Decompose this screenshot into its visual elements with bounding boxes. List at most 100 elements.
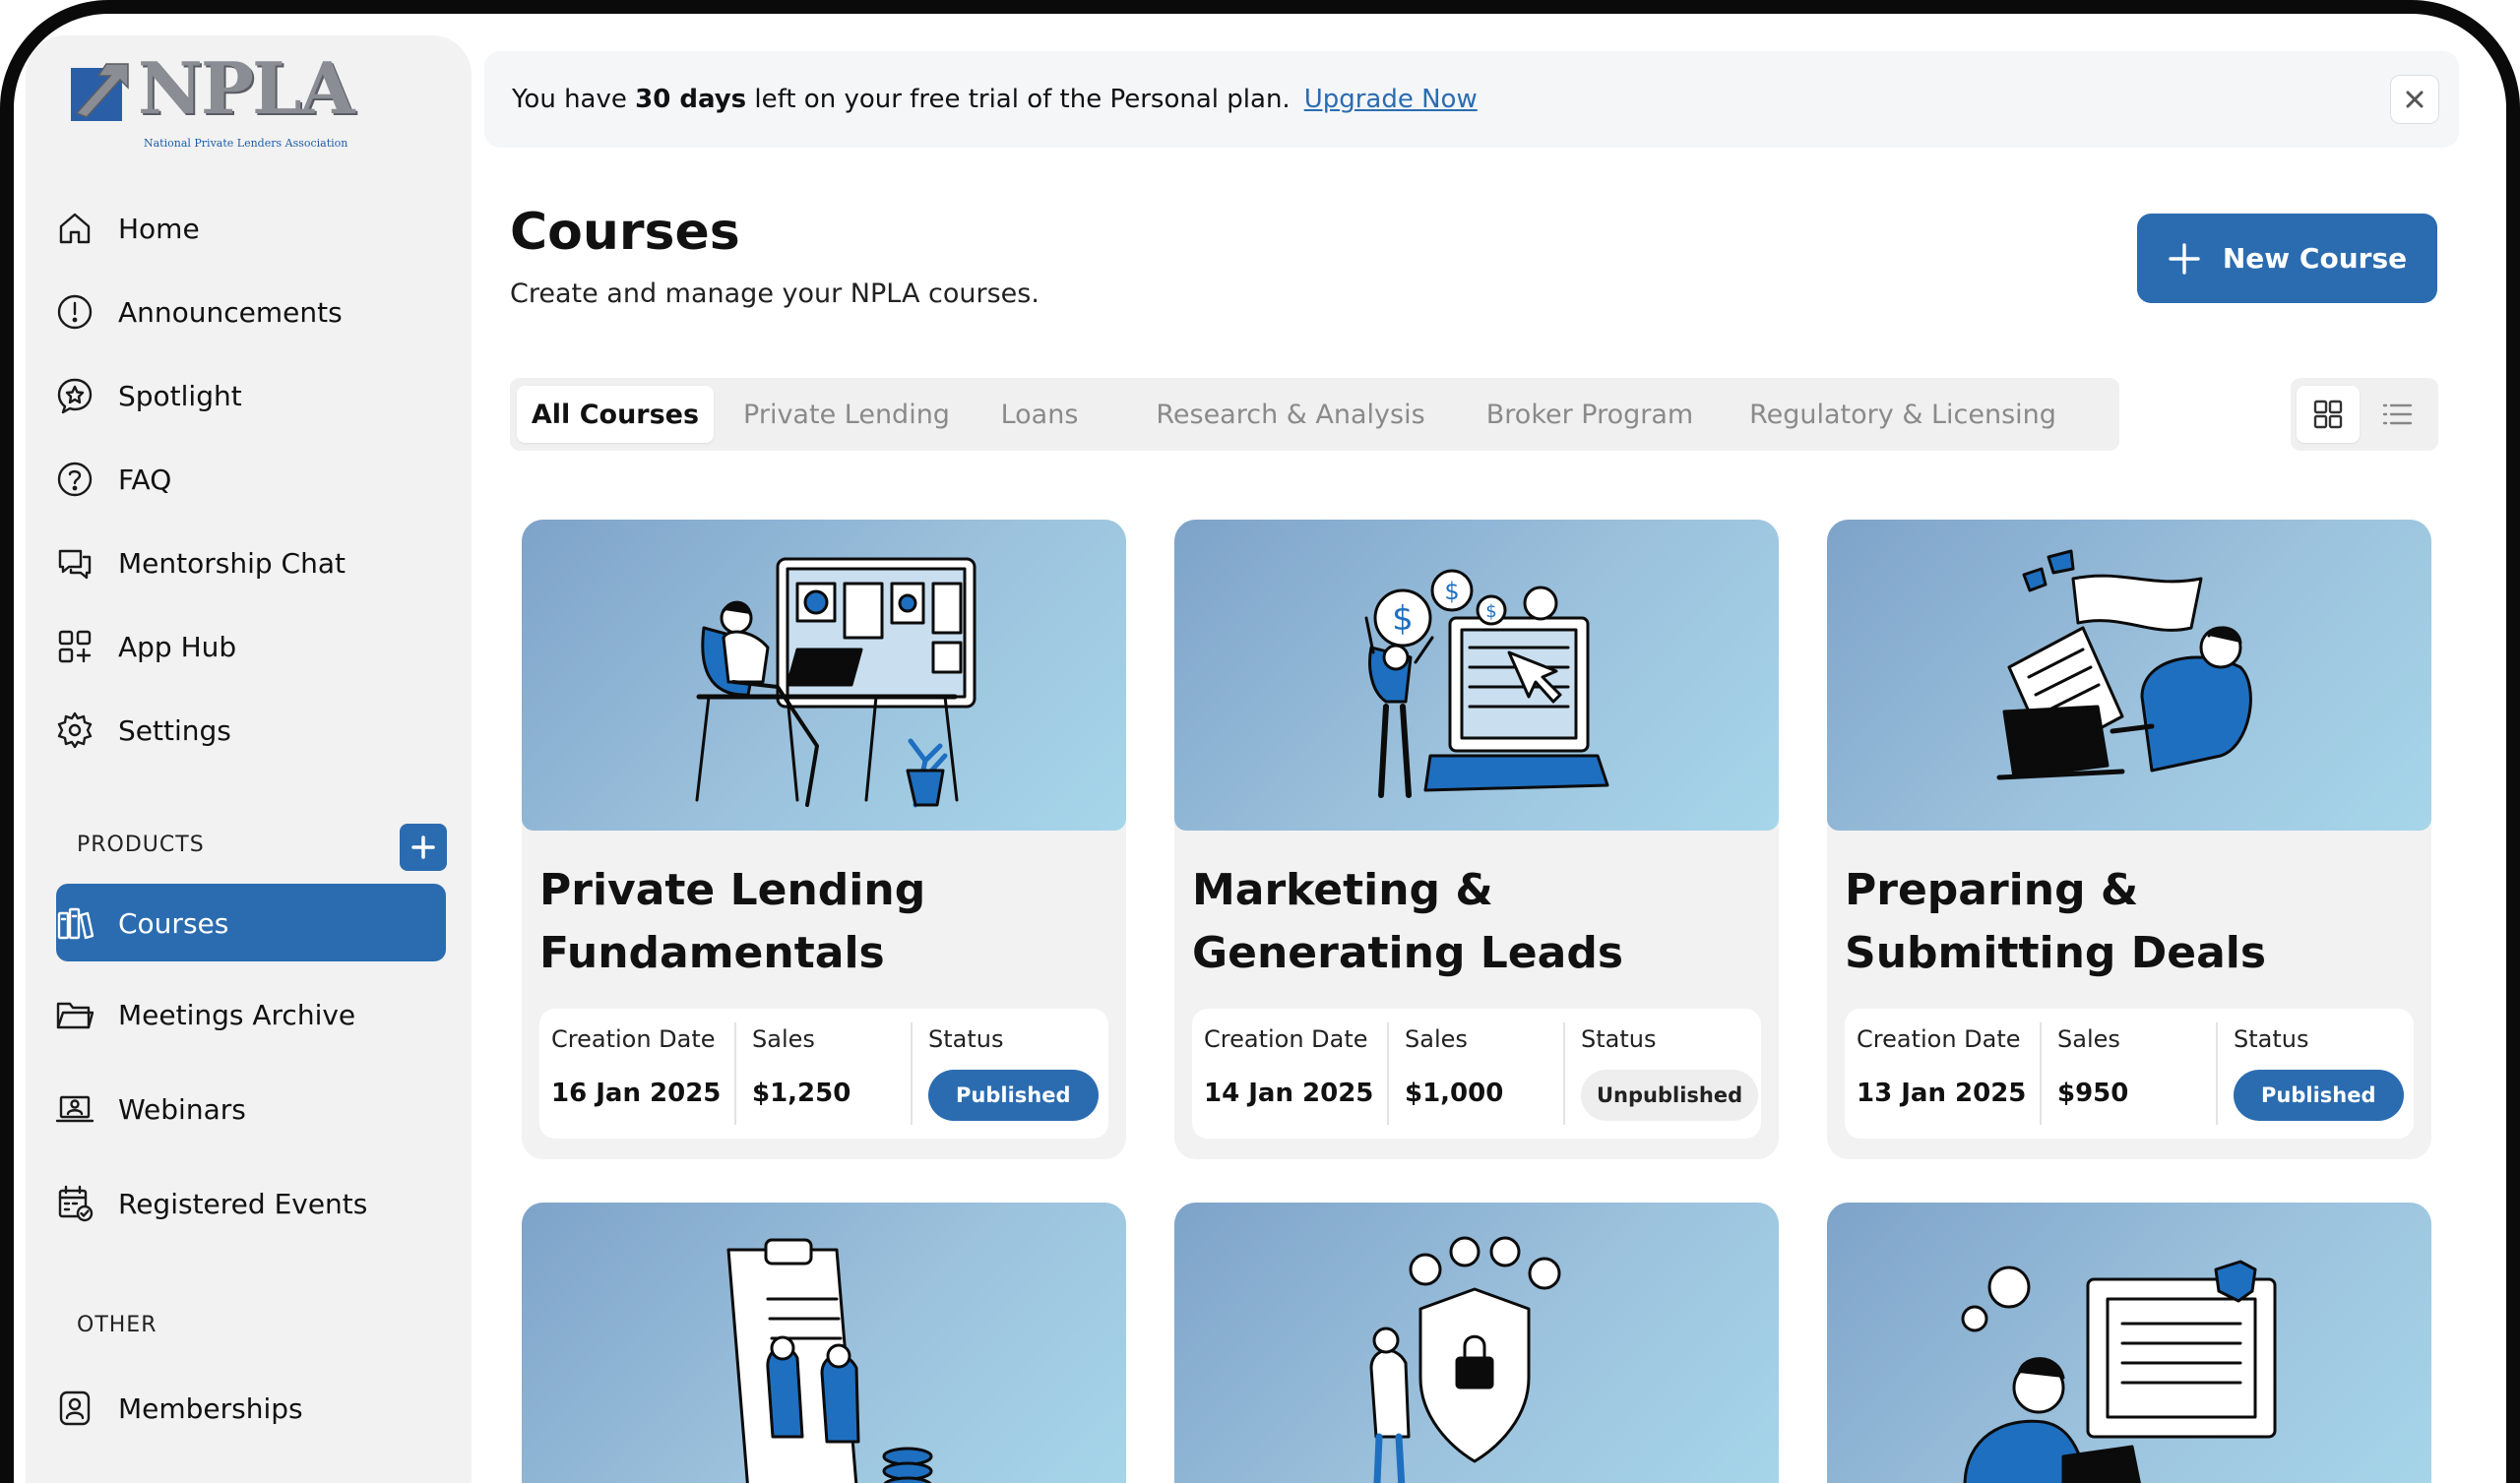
question-circle-icon (53, 458, 96, 501)
status-badge: Published (2234, 1070, 2404, 1121)
sidebar-item-label: Meetings Archive (118, 998, 356, 1031)
course-card[interactable] (1174, 1203, 1779, 1483)
sidebar-item-label: Home (118, 212, 200, 245)
stat-divider (2216, 1022, 2218, 1125)
sidebar-item-label: Spotlight (118, 379, 242, 412)
sidebar-item-spotlight[interactable]: Spotlight (53, 366, 447, 425)
app-grid-icon (53, 625, 96, 668)
stat-label: Status (928, 1025, 1004, 1053)
svg-text:$: $ (1444, 578, 1459, 605)
tab-regulatory-licensing[interactable]: Regulatory & Licensing (1740, 386, 2065, 443)
sidebar-item-label: App Hub (118, 630, 237, 663)
creation-date-value: 16 Jan 2025 (551, 1079, 722, 1108)
stat-label: Creation Date (551, 1025, 716, 1053)
sidebar-item-registered-events[interactable]: Registered Events (53, 1174, 447, 1233)
laptop-user-icon (53, 1087, 96, 1131)
sales-value: $950 (2057, 1079, 2129, 1108)
close-banner-button[interactable] (2390, 75, 2439, 124)
stat-label: Status (2234, 1025, 2309, 1053)
sidebar-item-mentorship-chat[interactable]: Mentorship Chat (53, 533, 447, 592)
stat-divider (1387, 1022, 1389, 1125)
course-card[interactable]: Preparing & Submitting Deals Creation Da… (1827, 520, 2431, 1159)
course-title: Preparing & Submitting Deals (1845, 865, 2267, 978)
sidebar-item-label: Announcements (118, 295, 343, 329)
close-icon (2406, 91, 2424, 108)
folder-icon (53, 993, 96, 1036)
category-tabs: All Courses Private Lending Loans Resear… (510, 378, 2119, 451)
tab-broker-program[interactable]: Broker Program (1455, 386, 1725, 443)
trial-message: You have 30 days left on your free trial… (512, 85, 1291, 114)
tab-private-lending[interactable]: Private Lending (728, 386, 965, 443)
logo-wordmark: NPLA (138, 46, 354, 130)
trial-prefix: You have (512, 85, 627, 114)
sidebar-item-label: Memberships (118, 1391, 303, 1425)
stat-label: Sales (2057, 1025, 2120, 1053)
star-chat-icon (53, 374, 96, 417)
course-title: Private Lending Fundamentals (539, 865, 926, 978)
sidebar-item-label: FAQ (118, 463, 172, 496)
course-stats: Creation Date 14 Jan 2025 Sales $1,000 S… (1192, 1009, 1761, 1139)
sales-value: $1,250 (752, 1079, 851, 1108)
grid-icon (2313, 400, 2343, 429)
new-course-label: New Course (2222, 242, 2408, 275)
logo-subtitle: National Private Lenders Association (144, 137, 348, 150)
svg-text:$: $ (1392, 599, 1414, 639)
course-illustration (1827, 1203, 2431, 1483)
sidebar-item-courses[interactable]: Courses (53, 894, 447, 953)
creation-date-value: 14 Jan 2025 (1204, 1079, 1374, 1108)
course-stats: Creation Date 16 Jan 2025 Sales $1,250 S… (539, 1009, 1108, 1139)
sidebar-item-webinars[interactable]: Webinars (53, 1080, 447, 1139)
sales-value: $1,000 (1405, 1079, 1504, 1108)
stat-label: Sales (752, 1025, 815, 1053)
sidebar-item-home[interactable]: Home (53, 199, 447, 258)
course-illustration (1174, 1203, 1779, 1483)
stat-divider (1563, 1022, 1565, 1125)
tab-loans[interactable]: Loans (980, 386, 1099, 443)
course-card[interactable] (522, 1203, 1126, 1483)
products-section-label: PRODUCTS (77, 833, 205, 857)
course-card[interactable]: $ $ $ Marketing & Generating Leads Creat… (1174, 520, 1779, 1159)
calendar-check-icon (53, 1182, 96, 1225)
course-stats: Creation Date 13 Jan 2025 Sales $950 Sta… (1845, 1009, 2414, 1139)
course-illustration (1827, 520, 2431, 831)
list-view-button[interactable] (2365, 386, 2428, 443)
course-card[interactable]: Private Lending Fundamentals Creation Da… (522, 520, 1126, 1159)
sidebar-item-meetings-archive[interactable]: Meetings Archive (53, 985, 447, 1044)
stat-label: Creation Date (1857, 1025, 2021, 1053)
sidebar-item-label: Registered Events (118, 1187, 368, 1220)
sidebar-item-announcements[interactable]: Announcements (53, 282, 447, 341)
stat-label: Creation Date (1204, 1025, 1368, 1053)
sidebar-item-label: Courses (118, 906, 229, 940)
sidebar-item-faq[interactable]: FAQ (53, 450, 447, 509)
stat-label: Sales (1405, 1025, 1468, 1053)
new-course-button[interactable]: New Course (2137, 214, 2437, 303)
trial-banner: You have 30 days left on your free trial… (484, 51, 2459, 148)
other-section-label: OTHER (77, 1313, 158, 1337)
member-card-icon (53, 1387, 96, 1430)
sidebar-item-label: Settings (118, 713, 231, 747)
chat-bubbles-icon (53, 541, 96, 585)
sidebar-item-memberships[interactable]: Memberships (53, 1379, 447, 1438)
trial-suffix: left on your free trial of the Personal … (754, 85, 1291, 114)
tab-all-courses[interactable]: All Courses (517, 386, 714, 443)
view-mode-toggle (2291, 378, 2438, 451)
course-illustration: $ $ $ (1174, 520, 1779, 831)
tab-research-analysis[interactable]: Research & Analysis (1148, 386, 1433, 443)
sidebar-item-label: Webinars (118, 1092, 246, 1126)
grid-view-button[interactable] (2297, 386, 2360, 443)
list-icon (2382, 403, 2413, 425)
stat-divider (911, 1022, 913, 1125)
upgrade-now-link[interactable]: Upgrade Now (1304, 85, 1478, 114)
course-card[interactable] (1827, 1203, 2431, 1483)
add-product-button[interactable] (400, 824, 447, 871)
plus-icon (2169, 242, 2200, 275)
course-title: Marketing & Generating Leads (1192, 865, 1624, 978)
course-illustration (522, 1203, 1126, 1483)
plus-icon (411, 835, 435, 859)
sidebar-item-settings[interactable]: Settings (53, 701, 447, 760)
status-badge: Unpublished (1581, 1070, 1759, 1121)
sidebar-item-app-hub[interactable]: App Hub (53, 617, 447, 676)
stat-label: Status (1581, 1025, 1657, 1053)
gear-icon (53, 709, 96, 752)
npla-logo[interactable]: NPLA National Private Lenders Associatio… (47, 46, 354, 154)
